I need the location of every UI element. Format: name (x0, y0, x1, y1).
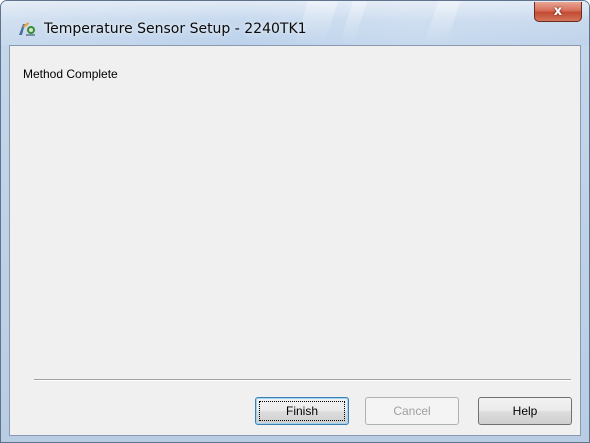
cancel-button[interactable]: Cancel (365, 397, 459, 425)
finish-button[interactable]: Finish (255, 397, 349, 425)
button-separator (34, 379, 571, 381)
sensor-setup-app-icon (17, 20, 37, 38)
dialog-client-area: Method Complete Finish Cancel Help (9, 45, 581, 436)
window-title: Temperature Sensor Setup - 2240TK1 (44, 21, 307, 37)
close-button[interactable]: x (534, 2, 582, 22)
status-message: Method Complete (23, 67, 118, 81)
help-button[interactable]: Help (478, 397, 572, 425)
glass-streak (423, 1, 461, 45)
dialog-window: Temperature Sensor Setup - 2240TK1 x Met… (0, 0, 590, 443)
title-bar[interactable]: Temperature Sensor Setup - 2240TK1 x (1, 1, 589, 45)
close-icon: x (553, 4, 563, 19)
finish-button-label: Finish (285, 404, 318, 418)
glass-streak (338, 1, 368, 45)
cancel-button-label: Cancel (393, 404, 431, 418)
help-button-label: Help (512, 404, 538, 418)
